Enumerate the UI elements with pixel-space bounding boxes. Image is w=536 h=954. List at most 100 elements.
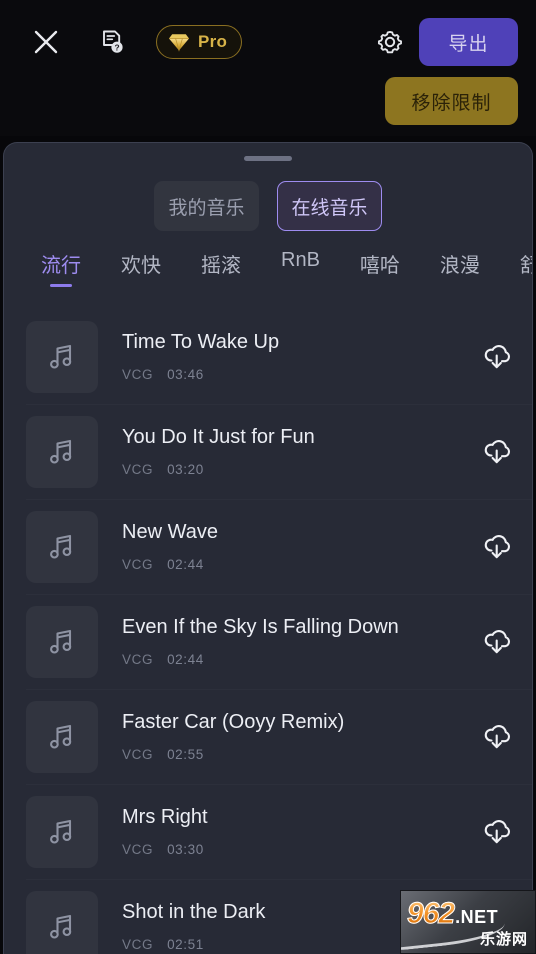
site-watermark: 962 .NET 乐游网 — [400, 890, 536, 954]
song-list-item[interactable]: You Do It Just for Fun VCG 03:20 — [4, 404, 532, 499]
song-list-item[interactable]: Faster Car (Ooyy Remix) VCG 02:55 — [4, 689, 532, 784]
song-list-item[interactable]: Even If the Sky Is Falling Down VCG 02:4… — [4, 594, 532, 689]
song-download-button[interactable] — [462, 341, 532, 373]
music-source-tabs: 我的音乐 在线音乐 — [4, 181, 532, 231]
song-meta: Faster Car (Ooyy Remix) VCG 02:55 — [122, 711, 462, 762]
song-artist: VCG — [122, 557, 154, 572]
genre-tab-romantic[interactable]: 浪漫 — [440, 249, 480, 287]
remove-limit-button[interactable]: 移除限制 — [385, 77, 518, 125]
song-download-button[interactable] — [462, 816, 532, 848]
top-bar-left-group: ? Pro — [24, 20, 243, 64]
music-note-icon — [50, 819, 72, 844]
song-artist: VCG — [122, 367, 154, 382]
genre-tab-soothing-label: 舒 — [520, 255, 532, 277]
genre-tab-upbeat-label: 欢快 — [121, 255, 161, 277]
music-note-icon — [50, 914, 72, 939]
genre-tab-soothing[interactable]: 舒 — [520, 249, 532, 287]
music-note-icon — [50, 439, 72, 464]
genre-tab-bar[interactable]: 流行 欢快 摇滚 RnB 嘻哈 浪漫 舒 — [4, 249, 532, 301]
genre-tab-pop-label: 流行 — [41, 255, 81, 277]
song-duration: 02:51 — [167, 937, 204, 952]
tab-my-music-label: 我的音乐 — [168, 197, 245, 219]
song-subtitle: VCG 03:30 — [122, 842, 462, 857]
song-download-button[interactable] — [462, 531, 532, 563]
gear-icon — [377, 30, 402, 54]
song-title: Faster Car (Ooyy Remix) — [122, 711, 345, 733]
song-subtitle: VCG 03:46 — [122, 367, 462, 382]
song-duration: 02:44 — [167, 557, 204, 572]
song-duration: 03:46 — [167, 367, 204, 382]
song-thumbnail — [26, 415, 98, 488]
song-title: Mrs Right — [122, 806, 208, 828]
settings-button[interactable] — [370, 22, 410, 62]
help-document-button[interactable]: ? — [90, 20, 134, 64]
song-subtitle: VCG 02:44 — [122, 557, 462, 572]
song-thumbnail — [26, 700, 98, 773]
song-list-item[interactable]: Time To Wake Up VCG 03:46 — [4, 309, 532, 404]
sheet-drag-handle[interactable] — [244, 156, 292, 161]
watermark-subtitle: 乐游网 — [479, 931, 528, 948]
genre-tab-hiphop-label: 嘻哈 — [359, 255, 400, 277]
song-thumbnail — [26, 510, 98, 583]
genre-tab-upbeat[interactable]: 欢快 — [121, 249, 161, 287]
song-meta: New Wave VCG 02:44 — [122, 521, 462, 572]
song-list: Time To Wake Up VCG 03:46 You Do It Just… — [4, 309, 532, 954]
genre-tab-rnb[interactable]: RnB — [281, 249, 320, 281]
song-subtitle: VCG 02:44 — [122, 652, 462, 667]
song-title: Time To Wake Up — [122, 331, 280, 353]
help-document-icon: ? — [103, 30, 123, 53]
genre-tab-rnb-label: RnB — [281, 249, 320, 271]
pro-badge[interactable]: Pro — [156, 25, 243, 59]
song-list-item[interactable]: New Wave VCG 02:44 — [4, 499, 532, 594]
watermark-number: 962 — [406, 897, 455, 931]
genre-tab-pop[interactable]: 流行 — [41, 249, 81, 287]
song-duration: 03:20 — [167, 462, 204, 477]
top-bar: ? Pro 导出 移除限制 — [0, 0, 536, 136]
song-duration: 03:30 — [167, 842, 204, 857]
cloud-download-icon — [484, 819, 510, 843]
tab-my-music[interactable]: 我的音乐 — [154, 181, 259, 231]
export-button[interactable]: 导出 — [419, 18, 518, 66]
song-list-item[interactable]: Mrs Right VCG 03:30 — [4, 784, 532, 879]
watermark-domain: .NET — [455, 907, 499, 927]
music-sheet-panel: 我的音乐 在线音乐 流行 欢快 摇滚 RnB 嘻哈 浪漫 舒 — [3, 142, 533, 954]
song-download-button[interactable] — [462, 626, 532, 658]
close-icon — [34, 30, 58, 54]
song-meta: Even If the Sky Is Falling Down VCG 02:4… — [122, 616, 462, 667]
song-meta: Time To Wake Up VCG 03:46 — [122, 331, 462, 382]
genre-tab-romantic-label: 浪漫 — [439, 255, 480, 277]
cloud-download-icon — [484, 724, 510, 748]
music-note-icon — [50, 534, 72, 559]
tab-online-music[interactable]: 在线音乐 — [277, 181, 382, 231]
song-artist: VCG — [122, 462, 154, 477]
watermark-main: 962 .NET — [406, 897, 499, 931]
music-note-icon — [50, 724, 72, 749]
cloud-download-icon — [484, 534, 510, 558]
song-thumbnail — [26, 890, 98, 954]
cloud-download-icon — [484, 344, 510, 368]
song-meta: Mrs Right VCG 03:30 — [122, 806, 462, 857]
song-download-button[interactable] — [462, 436, 532, 468]
close-button[interactable] — [24, 20, 68, 64]
song-thumbnail — [26, 795, 98, 868]
genre-tab-hiphop[interactable]: 嘻哈 — [360, 249, 400, 287]
song-thumbnail — [26, 605, 98, 678]
song-download-button[interactable] — [462, 721, 532, 753]
song-artist: VCG — [122, 652, 154, 667]
genre-tab-rock-label: 摇滚 — [201, 255, 241, 277]
song-title: Even If the Sky Is Falling Down — [122, 616, 399, 638]
pro-badge-label: Pro — [198, 32, 228, 51]
genre-tab-rock[interactable]: 摇滚 — [201, 249, 241, 287]
song-artist: VCG — [122, 747, 154, 762]
song-artist: VCG — [122, 937, 154, 952]
song-duration: 02:55 — [167, 747, 204, 762]
remove-limit-button-label: 移除限制 — [411, 92, 492, 114]
song-thumbnail — [26, 320, 98, 393]
song-subtitle: VCG 02:55 — [122, 747, 462, 762]
song-duration: 02:44 — [167, 652, 204, 667]
song-title: You Do It Just for Fun — [122, 426, 315, 448]
song-meta: You Do It Just for Fun VCG 03:20 — [122, 426, 462, 477]
music-note-icon — [50, 629, 72, 654]
music-note-icon — [50, 344, 72, 369]
tab-online-music-label: 在线音乐 — [291, 197, 368, 219]
